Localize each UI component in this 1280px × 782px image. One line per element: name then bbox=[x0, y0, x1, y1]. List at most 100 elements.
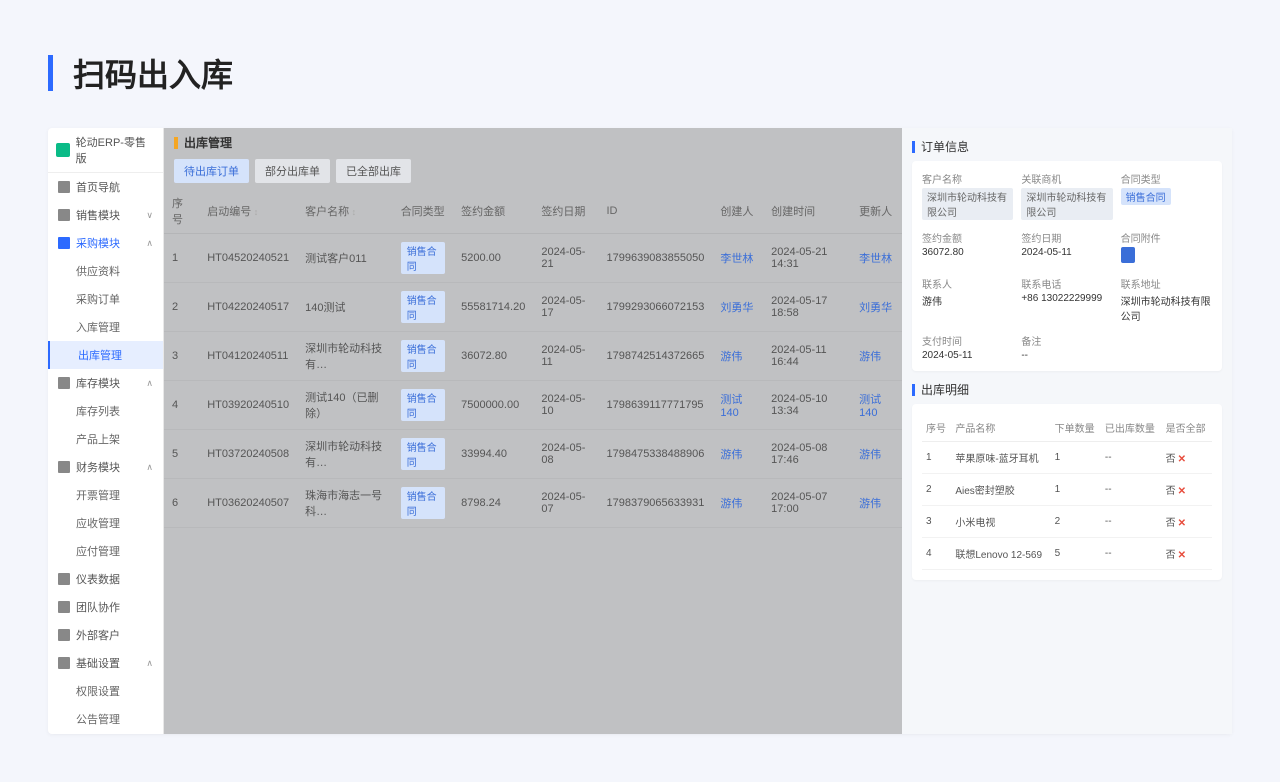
sale-tag: 销售合同 bbox=[401, 487, 445, 519]
table-header: 已出库数量 bbox=[1101, 414, 1162, 442]
cell-updater[interactable]: 李世林 bbox=[851, 234, 902, 283]
nav-label: 基础设置 bbox=[76, 655, 120, 671]
table-header[interactable]: 客户名称 bbox=[297, 189, 393, 234]
nav-sub-item[interactable]: 常见问题 bbox=[48, 733, 163, 734]
cell-idx: 3 bbox=[922, 506, 951, 538]
nav-item[interactable]: 仪表数据 bbox=[48, 565, 163, 593]
cell-creator[interactable]: 刘勇华 bbox=[712, 283, 763, 332]
cell-amount: 55581714.20 bbox=[453, 283, 533, 332]
nav-item[interactable]: 采购模块∧ bbox=[48, 229, 163, 257]
nav-sub-item[interactable]: 入库管理 bbox=[48, 313, 163, 341]
nav-label: 采购模块 bbox=[76, 235, 120, 251]
cell-date: 2024-05-10 bbox=[533, 381, 598, 430]
nav-sub-item[interactable]: 应付管理 bbox=[48, 537, 163, 565]
close-icon[interactable]: ✕ bbox=[1178, 518, 1186, 529]
nav-sub-item[interactable]: 库存列表 bbox=[48, 397, 163, 425]
cell-ctime: 2024-05-21 14:31 bbox=[763, 234, 851, 283]
sale-tag: 销售合同 bbox=[401, 438, 445, 470]
close-icon[interactable]: ✕ bbox=[1178, 454, 1186, 465]
nav-sub-item[interactable]: 公告管理 bbox=[48, 705, 163, 733]
close-icon[interactable]: ✕ bbox=[1178, 550, 1186, 561]
cell-date: 2024-05-17 bbox=[533, 283, 598, 332]
cell-updater[interactable]: 游伟 bbox=[851, 479, 902, 528]
orders-table: 序号启动编号客户名称合同类型签约金额签约日期ID创建人创建时间更新人 1HT04… bbox=[164, 189, 902, 528]
nav-item[interactable]: 销售模块∨ bbox=[48, 201, 163, 229]
contact-value: 游伟 bbox=[922, 293, 1013, 308]
nav-icon bbox=[58, 377, 70, 389]
cell-idx: 4 bbox=[922, 538, 951, 570]
table-header: ID bbox=[598, 189, 712, 234]
vendor-tag[interactable]: 深圳市轮动科技有限公司 bbox=[1021, 188, 1112, 220]
table-row[interactable]: 1苹果原味-蓝牙耳机1--否✕ bbox=[922, 442, 1212, 474]
nav-item[interactable]: 基础设置∧ bbox=[48, 649, 163, 677]
nav-item[interactable]: 外部客户 bbox=[48, 621, 163, 649]
cell-type: 销售合同 bbox=[393, 479, 453, 528]
cell-creator[interactable]: 李世林 bbox=[712, 234, 763, 283]
nav-sub-item[interactable]: 采购订单 bbox=[48, 285, 163, 313]
cell-updater[interactable]: 测试140 bbox=[851, 381, 902, 430]
table-row[interactable]: 2Aies密封塑胶1--否✕ bbox=[922, 474, 1212, 506]
header-accent bbox=[48, 55, 53, 91]
cell-product: 苹果原味-蓝牙耳机 bbox=[951, 442, 1050, 474]
field-label: 支付时间 bbox=[922, 333, 1013, 348]
nav-icon bbox=[58, 209, 70, 221]
cell-date: 2024-05-07 bbox=[533, 479, 598, 528]
cell-id: 1798742514372665 bbox=[598, 332, 712, 381]
tab[interactable]: 部分出库单 bbox=[255, 159, 330, 183]
nav-item[interactable]: 库存模块∧ bbox=[48, 369, 163, 397]
table-header: 序号 bbox=[164, 189, 199, 234]
date-value: 2024-05-11 bbox=[1021, 247, 1112, 258]
field-label: 合同附件 bbox=[1121, 230, 1212, 245]
amount-value: 36072.80 bbox=[922, 247, 1013, 258]
nav-sub-item[interactable]: 权限设置 bbox=[48, 677, 163, 705]
cell-type: 销售合同 bbox=[393, 430, 453, 479]
cell-date: 2024-05-08 bbox=[533, 430, 598, 479]
nav-sub-item[interactable]: 出库管理 bbox=[48, 341, 163, 369]
nav-icon bbox=[58, 461, 70, 473]
nav-item[interactable]: 财务模块∧ bbox=[48, 453, 163, 481]
cell-type: 销售合同 bbox=[393, 381, 453, 430]
field-label: 签约金额 bbox=[922, 230, 1013, 245]
nav-sub-item[interactable]: 供应资料 bbox=[48, 257, 163, 285]
table-row[interactable]: 1HT04520240521测试客户011销售合同5200.002024-05-… bbox=[164, 234, 902, 283]
nav-sub-item[interactable]: 应收管理 bbox=[48, 509, 163, 537]
cell-idx: 2 bbox=[164, 283, 199, 332]
detail-title: 出库明细 bbox=[921, 381, 969, 398]
remark-value: -- bbox=[1021, 350, 1112, 361]
cell-updater[interactable]: 刘勇华 bbox=[851, 283, 902, 332]
table-header[interactable]: 启动编号 bbox=[199, 189, 297, 234]
cell-complete: 否✕ bbox=[1162, 538, 1212, 570]
cell-updater[interactable]: 游伟 bbox=[851, 332, 902, 381]
nav-item[interactable]: 首页导航 bbox=[48, 173, 163, 201]
cell-ctime: 2024-05-10 13:34 bbox=[763, 381, 851, 430]
nav-sub-item[interactable]: 开票管理 bbox=[48, 481, 163, 509]
page-title: 扫码出入库 bbox=[73, 50, 233, 96]
nav-item[interactable]: 团队协作 bbox=[48, 593, 163, 621]
sale-tag: 销售合同 bbox=[401, 242, 445, 274]
nav-sub-item[interactable]: 产品上架 bbox=[48, 425, 163, 453]
table-row[interactable]: 3HT04120240511深圳市轮动科技有…销售合同36072.802024-… bbox=[164, 332, 902, 381]
table-row[interactable]: 6HT03620240507珠海市海志一号科…销售合同8798.242024-0… bbox=[164, 479, 902, 528]
table-row[interactable]: 4HT03920240510测试140（已删除）销售合同7500000.0020… bbox=[164, 381, 902, 430]
table-row[interactable]: 4联想Lenovo 12-5695--否✕ bbox=[922, 538, 1212, 570]
tab[interactable]: 待出库订单 bbox=[174, 159, 249, 183]
nav-label: 销售模块 bbox=[76, 207, 120, 223]
close-icon[interactable]: ✕ bbox=[1178, 486, 1186, 497]
cell-creator[interactable]: 游伟 bbox=[712, 479, 763, 528]
cell-customer: 深圳市轮动科技有… bbox=[297, 332, 393, 381]
cell-date: 2024-05-21 bbox=[533, 234, 598, 283]
cell-customer: 深圳市轮动科技有… bbox=[297, 430, 393, 479]
customer-tag[interactable]: 深圳市轮动科技有限公司 bbox=[922, 188, 1013, 220]
cell-creator[interactable]: 测试140 bbox=[712, 381, 763, 430]
tab[interactable]: 已全部出库 bbox=[336, 159, 411, 183]
cell-product: Aies密封塑胶 bbox=[951, 474, 1050, 506]
sale-tag: 销售合同 bbox=[401, 340, 445, 372]
field-label: 联系人 bbox=[922, 276, 1013, 291]
cell-updater[interactable]: 游伟 bbox=[851, 430, 902, 479]
table-row[interactable]: 5HT03720240508深圳市轮动科技有…销售合同33994.402024-… bbox=[164, 430, 902, 479]
table-row[interactable]: 3小米电视2--否✕ bbox=[922, 506, 1212, 538]
cell-creator[interactable]: 游伟 bbox=[712, 332, 763, 381]
table-row[interactable]: 2HT04220240517140测试销售合同55581714.202024-0… bbox=[164, 283, 902, 332]
cell-creator[interactable]: 游伟 bbox=[712, 430, 763, 479]
document-icon[interactable] bbox=[1121, 247, 1135, 263]
